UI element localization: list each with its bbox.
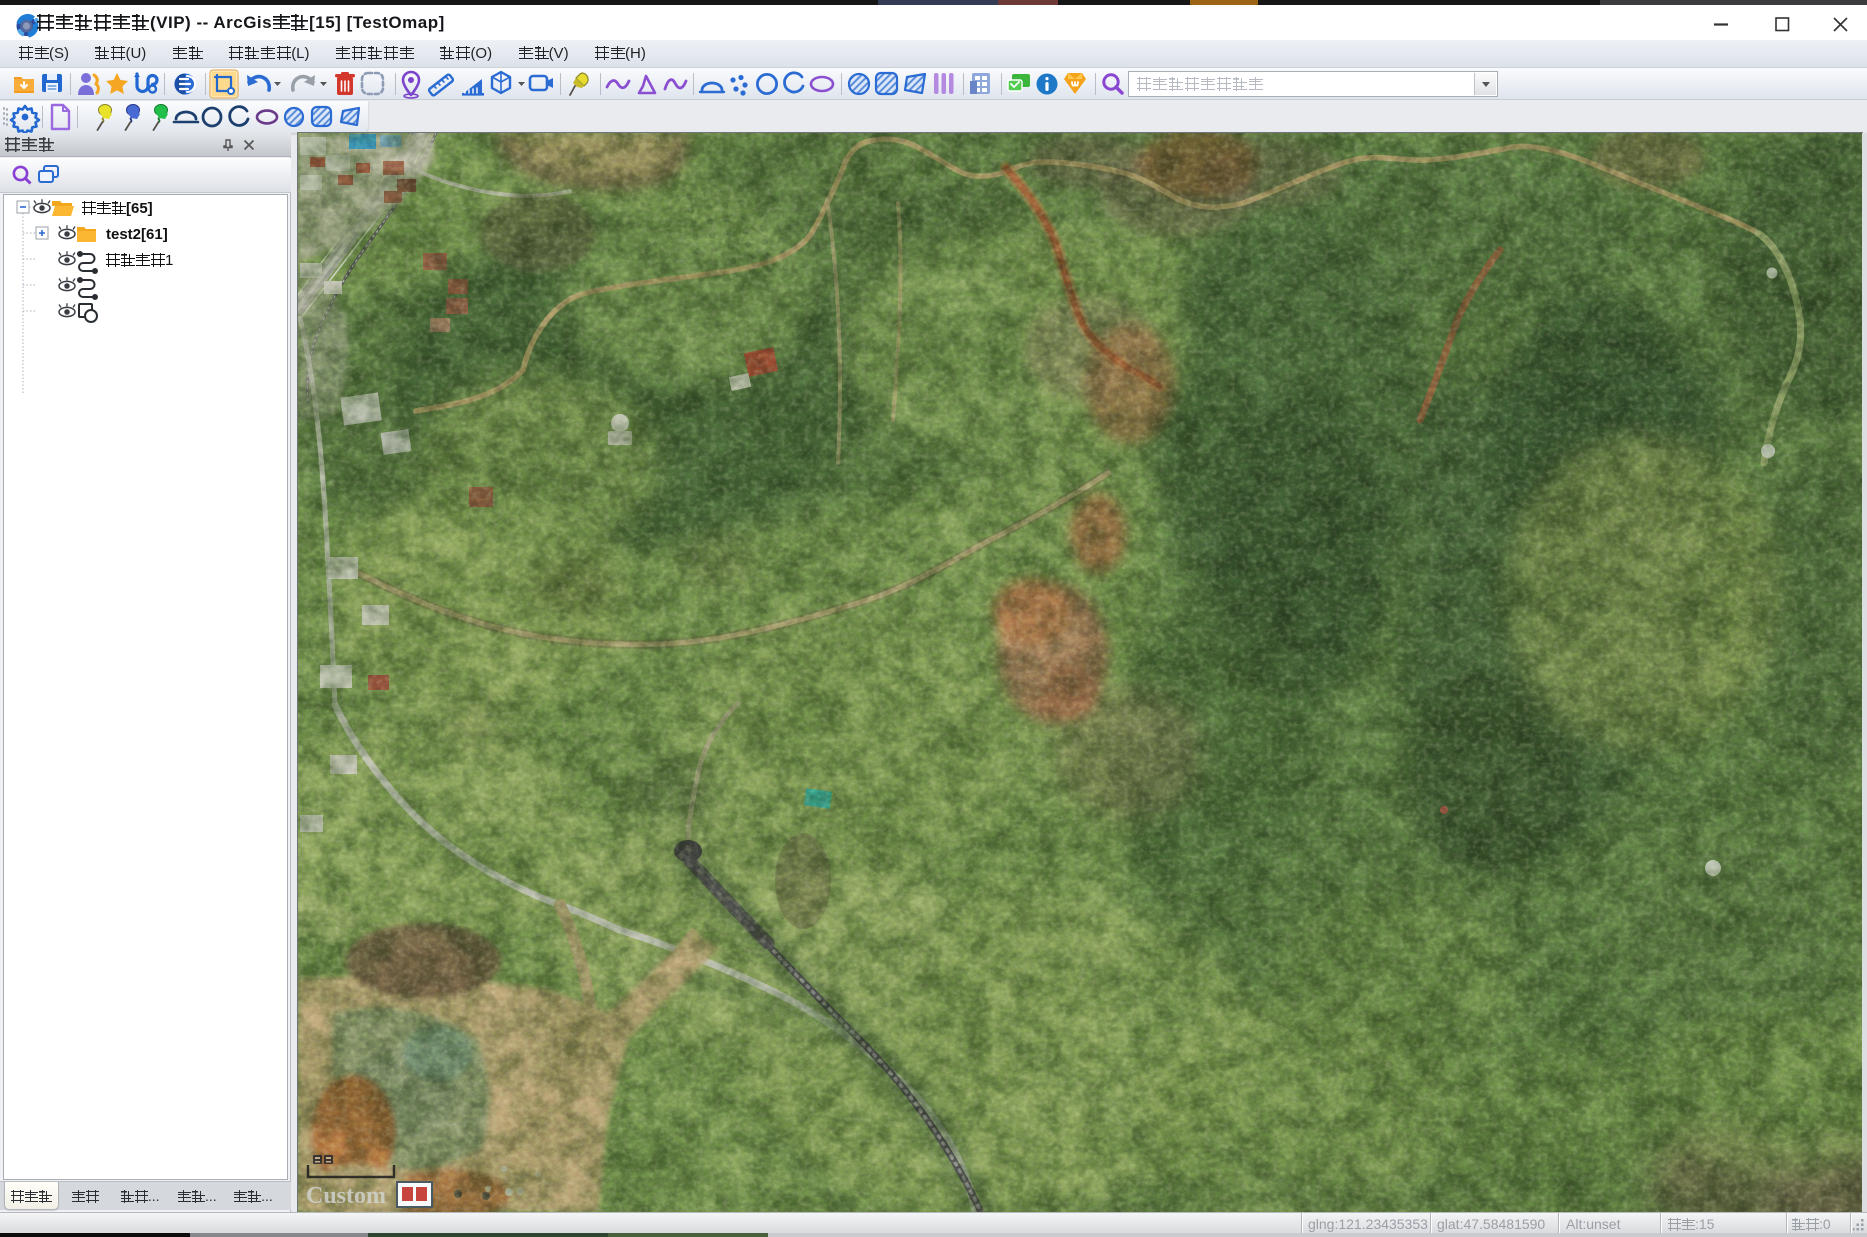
svg-text:Custom: Custom: [306, 1183, 386, 1209]
